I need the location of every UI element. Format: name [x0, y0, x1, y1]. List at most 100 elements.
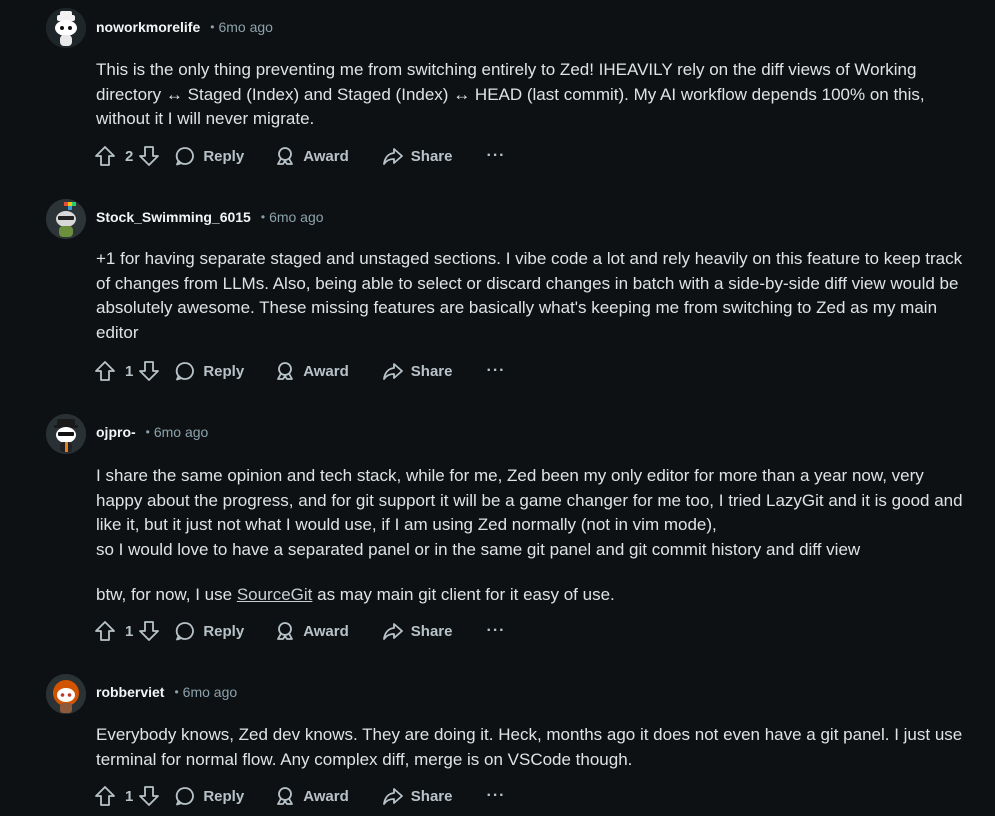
vote-count: 1 [125, 787, 134, 805]
comment-paragraph: This is the only thing preventing me fro… [96, 60, 925, 128]
downvote-icon [139, 146, 160, 166]
award-icon [277, 147, 294, 165]
timestamp[interactable]: 6mo ago [154, 424, 208, 440]
share-button[interactable]: Share [382, 620, 453, 642]
reply-button[interactable]: Reply [174, 785, 244, 807]
vote-count: 1 [125, 622, 134, 640]
reply-button[interactable]: Reply [174, 145, 244, 167]
share-label: Share [410, 787, 453, 805]
snoo-avatar-icon [46, 199, 86, 239]
share-button[interactable]: Share [382, 360, 453, 382]
share-arrow-icon [382, 148, 403, 165]
comment-paragraph: btw, for now, I use SourceGit as may mai… [96, 583, 966, 608]
separator-dot: • [260, 210, 266, 224]
btw-text-end: as may main git client for it easy of us… [312, 585, 615, 604]
upvote-icon [95, 361, 115, 381]
reply-button[interactable]: Reply [174, 620, 244, 642]
share-arrow-icon [382, 363, 403, 380]
downvote-button[interactable] [138, 785, 160, 807]
sourcegit-link[interactable]: SourceGit [237, 585, 313, 604]
comment-body: This is the only thing preventing me fro… [96, 58, 966, 132]
comment-meta: robberviet • 6mo ago [96, 681, 237, 703]
separator-dot: • [145, 425, 150, 439]
separator-dot: • [174, 685, 179, 699]
action-bar: 2 Reply Award Share ··· [94, 143, 505, 169]
action-bar: 1 Reply Award Share ··· [94, 783, 505, 809]
award-label: Award [303, 362, 349, 380]
award-button[interactable]: Award [274, 785, 349, 807]
action-bar: 1 Reply Award Share ··· [94, 618, 505, 644]
vote-count: 1 [125, 362, 134, 380]
award-icon [277, 787, 294, 805]
award-label: Award [303, 147, 349, 165]
award-button[interactable]: Award [274, 145, 349, 167]
reply-bubble-icon [176, 147, 195, 166]
award-icon [277, 362, 294, 380]
upvote-button[interactable] [94, 145, 116, 167]
comment-body: I share the same opinion and tech stack,… [96, 464, 966, 608]
reply-label: Reply [203, 787, 245, 805]
downvote-button[interactable] [138, 620, 160, 642]
award-label: Award [303, 622, 349, 640]
downvote-button[interactable] [138, 145, 160, 167]
award-icon [277, 622, 294, 640]
separator-dot: • [210, 20, 215, 34]
avatar[interactable] [46, 8, 86, 48]
comment-body: +1 for having separate staged and unstag… [96, 247, 966, 345]
reply-bubble-icon [176, 787, 195, 806]
downvote-icon [139, 361, 160, 381]
award-button[interactable]: Award [274, 620, 349, 642]
upvote-icon [95, 786, 115, 806]
award-label: Award [303, 787, 349, 805]
action-bar: 1 Reply Award Share ··· [94, 358, 505, 384]
upvote-icon [95, 146, 115, 166]
downvote-icon [139, 621, 160, 641]
timestamp[interactable]: 6mo ago [183, 684, 237, 700]
comment-paragraph: so I would love to have a separated pane… [96, 539, 861, 559]
username[interactable]: noworkmorelife [96, 19, 200, 35]
award-button[interactable]: Award [274, 360, 349, 382]
share-label: Share [410, 622, 453, 640]
upvote-button[interactable] [94, 620, 116, 642]
comment-paragraph: +1 for having separate staged and unstag… [96, 249, 963, 342]
share-label: Share [410, 362, 453, 380]
comment-meta: noworkmorelife • 6mo ago [96, 16, 273, 38]
upvote-button[interactable] [94, 785, 116, 807]
reply-label: Reply [203, 147, 245, 165]
reply-bubble-icon [176, 362, 195, 381]
reply-label: Reply [203, 622, 245, 640]
timestamp[interactable]: 6mo ago [269, 209, 323, 225]
share-label: Share [410, 147, 453, 165]
snoo-avatar-icon [46, 414, 86, 454]
avatar[interactable] [46, 414, 86, 454]
comment-body: Everybody knows, Zed dev knows. They are… [96, 723, 966, 772]
more-options-button[interactable]: ··· [486, 787, 505, 805]
downvote-button[interactable] [138, 360, 160, 382]
upvote-icon [95, 621, 115, 641]
reply-button[interactable]: Reply [174, 360, 244, 382]
snoo-avatar-icon [46, 8, 86, 48]
share-button[interactable]: Share [382, 785, 453, 807]
share-arrow-icon [382, 623, 403, 640]
comment-meta: ojpro- • 6mo ago [96, 421, 208, 443]
reply-label: Reply [203, 362, 245, 380]
more-options-button[interactable]: ··· [486, 147, 505, 165]
vote-count: 2 [125, 147, 134, 165]
upvote-button[interactable] [94, 360, 116, 382]
timestamp[interactable]: 6mo ago [218, 19, 272, 35]
btw-text: btw, for now, I use [96, 585, 237, 604]
comment-meta: Stock_Swimming_6015 • 6mo ago [96, 206, 324, 228]
avatar[interactable] [46, 674, 86, 714]
avatar[interactable] [46, 199, 86, 239]
share-button[interactable]: Share [382, 145, 453, 167]
username[interactable]: robberviet [96, 684, 164, 700]
downvote-icon [139, 786, 160, 806]
comment-paragraph: Everybody knows, Zed dev knows. They are… [96, 725, 963, 769]
username[interactable]: Stock_Swimming_6015 [96, 209, 251, 225]
more-options-button[interactable]: ··· [486, 362, 505, 380]
more-options-button[interactable]: ··· [486, 622, 505, 640]
snoo-avatar-icon [46, 674, 86, 714]
username[interactable]: ojpro- [96, 424, 136, 440]
share-arrow-icon [382, 788, 403, 805]
reply-bubble-icon [176, 622, 195, 641]
